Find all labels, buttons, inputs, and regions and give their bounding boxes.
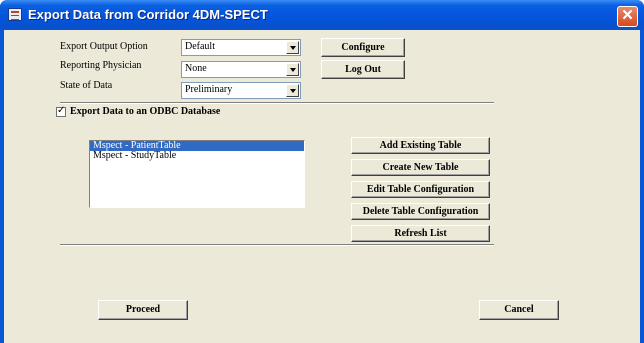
cancel-button[interactable]: Cancel <box>479 300 559 320</box>
configure-button[interactable]: Configure <box>321 38 405 57</box>
state-of-data-label: State of Data <box>60 80 113 91</box>
odbc-export-checkbox[interactable] <box>56 105 66 117</box>
reporting-physician-label: Reporting Physician <box>60 60 142 71</box>
create-new-table-button[interactable]: Create New Table <box>351 159 490 176</box>
export-output-select[interactable]: Default <box>181 39 301 56</box>
state-of-data-select[interactable]: Preliminary <box>181 82 301 99</box>
state-of-data-value: Preliminary <box>185 84 233 95</box>
close-icon: ✕ <box>621 7 634 24</box>
list-item[interactable]: Mspect - StudyTable <box>90 151 304 161</box>
dialog-body: Export Output Option Default Configure R… <box>4 30 640 343</box>
close-button[interactable]: ✕ <box>617 6 638 27</box>
export-output-label: Export Output Option <box>60 41 148 52</box>
app-icon <box>8 8 22 21</box>
reporting-physician-select[interactable]: None <box>181 61 301 78</box>
log-out-button[interactable]: Log Out <box>321 60 405 79</box>
window-title: Export Data from Corridor 4DM-SPECT <box>28 7 268 22</box>
edit-table-configuration-button[interactable]: Edit Table Configuration <box>351 181 490 198</box>
export-output-value: Default <box>185 41 215 52</box>
refresh-list-button[interactable]: Refresh List <box>351 225 490 242</box>
odbc-export-label[interactable]: Export Data to an ODBC Database <box>70 106 220 117</box>
chevron-down-icon[interactable] <box>286 84 299 97</box>
title-bar[interactable]: Export Data from Corridor 4DM-SPECT ✕ <box>0 0 644 30</box>
delete-table-configuration-button[interactable]: Delete Table Configuration <box>351 203 490 220</box>
chevron-down-icon[interactable] <box>286 41 299 54</box>
separator-bottom <box>60 244 494 246</box>
chevron-down-icon[interactable] <box>286 63 299 76</box>
odbc-table-list[interactable]: Mspect - PatientTable Mspect - StudyTabl… <box>89 140 305 208</box>
proceed-button[interactable]: Proceed <box>98 300 188 320</box>
separator-top <box>60 102 494 104</box>
reporting-physician-value: None <box>185 63 207 74</box>
export-data-window: Export Data from Corridor 4DM-SPECT ✕ Ex… <box>0 0 644 343</box>
add-existing-table-button[interactable]: Add Existing Table <box>351 137 490 154</box>
